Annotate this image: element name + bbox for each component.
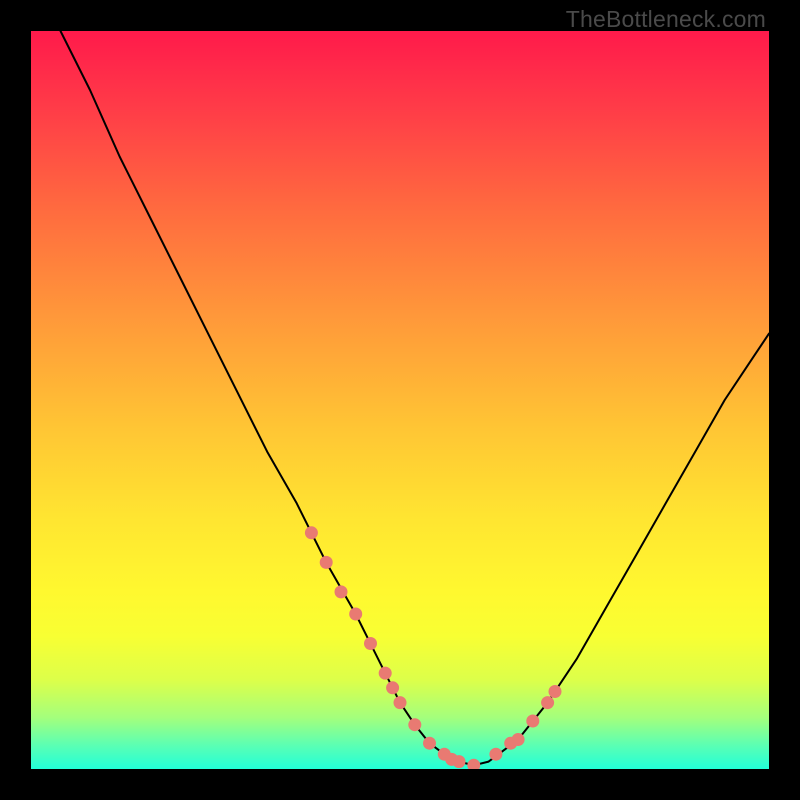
highlight-dot — [549, 685, 562, 698]
plot-area — [31, 31, 769, 769]
highlight-dot — [408, 718, 421, 731]
highlight-dot — [349, 608, 362, 621]
highlight-dot — [364, 637, 377, 650]
highlight-dot — [394, 696, 407, 709]
highlight-dot — [512, 733, 525, 746]
bottleneck-curve — [31, 31, 769, 769]
curve-path — [61, 31, 770, 765]
highlight-dot — [320, 556, 333, 569]
highlight-dot — [526, 715, 539, 728]
chart-frame: TheBottleneck.com — [0, 0, 800, 800]
watermark-text: TheBottleneck.com — [566, 6, 766, 33]
highlight-dot — [305, 526, 318, 539]
highlight-dot — [467, 759, 480, 769]
highlight-dot — [541, 696, 554, 709]
highlight-dot — [453, 755, 466, 768]
highlight-dot — [379, 667, 392, 680]
highlight-dot — [423, 737, 436, 750]
highlight-dot — [489, 748, 502, 761]
highlight-dot — [386, 681, 399, 694]
highlight-dot — [335, 585, 348, 598]
